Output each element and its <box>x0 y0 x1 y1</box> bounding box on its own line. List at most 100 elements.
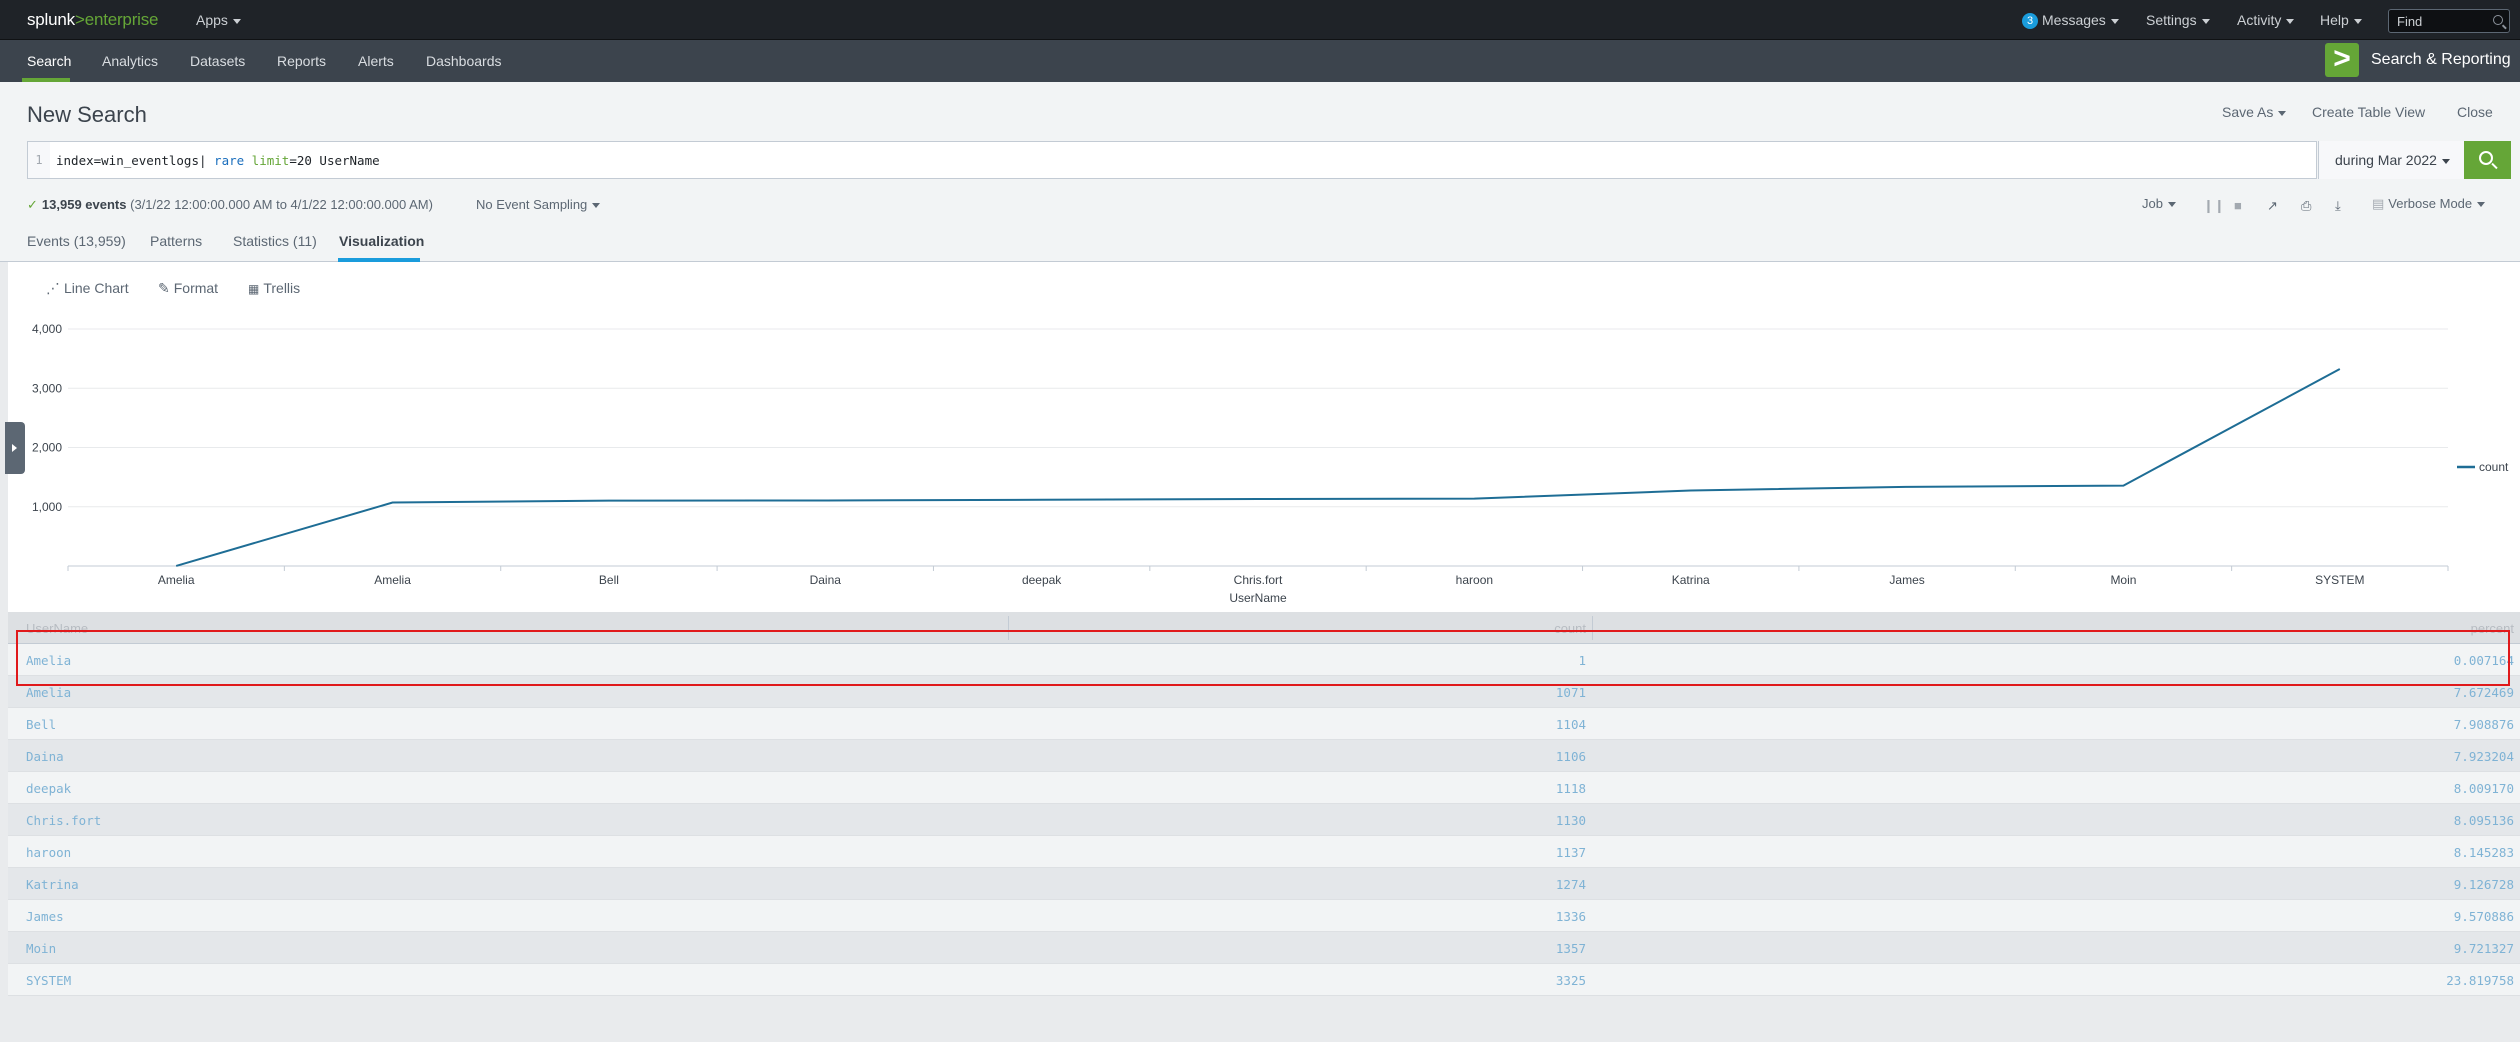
table-row[interactable]: Daina 1106 7.923204 <box>8 740 2520 772</box>
search-icon <box>2493 15 2503 25</box>
cell-percent[interactable]: 8.095136 <box>1598 813 2514 828</box>
tab-statistics[interactable]: Statistics (11) <box>233 233 317 249</box>
tab-visualization[interactable]: Visualization <box>339 233 424 249</box>
event-sampling-menu[interactable]: No Event Sampling <box>476 197 601 212</box>
search-mode-label: Verbose Mode <box>2388 196 2473 211</box>
cell-username[interactable]: Daina <box>26 749 64 764</box>
cell-percent[interactable]: 8.009170 <box>1598 781 2514 796</box>
chevron-down-icon <box>592 203 601 209</box>
cell-count[interactable]: 1106 <box>1008 749 1586 764</box>
query-rest: =20 UserName <box>289 153 380 168</box>
activity-menu[interactable]: Activity <box>2237 12 2295 28</box>
cell-username[interactable]: James <box>26 909 64 924</box>
data-point <box>1472 497 1476 501</box>
search-status: ✓ 13,959 events (3/1/22 12:00:00.000 AM t… <box>27 197 433 213</box>
query-command: rare <box>214 153 245 168</box>
help-menu[interactable]: Help <box>2320 12 2362 28</box>
cell-username[interactable]: Katrina <box>26 877 79 892</box>
x-tick-label: Katrina <box>1672 573 1710 587</box>
messages-menu[interactable]: 3 Messages <box>2022 12 2119 29</box>
create-table-view-button[interactable]: Create Table View <box>2312 104 2425 120</box>
x-tick-label: Amelia <box>374 573 411 587</box>
search-mode-menu[interactable]: ▤ Verbose Mode <box>2372 196 2486 212</box>
search-submit-button[interactable] <box>2464 141 2511 179</box>
chevron-down-icon <box>2110 18 2119 24</box>
table-row[interactable]: deepak 1118 8.009170 <box>8 772 2520 804</box>
app-tab-alerts[interactable]: Alerts <box>358 53 394 69</box>
line-chart: 1,000 2,000 3,000 4,000 Amelia Amelia Bell Dain… <box>13 322 2509 605</box>
share-icon[interactable]: ↗ <box>2267 198 2278 214</box>
app-tab-analytics[interactable]: Analytics <box>102 53 158 69</box>
search-bar[interactable]: 1 index=win_eventlogs| rare limit=20 Use… <box>27 141 2511 179</box>
top-navbar: splunk>enterprise Apps 3 Messages Setting… <box>0 0 2520 40</box>
cell-username[interactable]: haroon <box>26 845 71 860</box>
help-label: Help <box>2320 12 2349 28</box>
cell-count[interactable]: 1130 <box>1008 813 1586 828</box>
cell-count[interactable]: 1336 <box>1008 909 1586 924</box>
time-range-picker[interactable]: during Mar 2022 <box>2318 141 2464 179</box>
check-icon: ✓ <box>27 197 38 212</box>
cell-username[interactable]: deepak <box>26 781 71 796</box>
app-tab-search[interactable]: Search <box>27 53 71 69</box>
query-base: index=win_eventlogs| <box>56 153 215 168</box>
cell-username[interactable]: Moin <box>26 941 56 956</box>
activity-label: Activity <box>2237 12 2282 28</box>
table-row[interactable]: Katrina 1274 9.126728 <box>8 868 2520 900</box>
stop-icon[interactable]: ■ <box>2234 198 2242 213</box>
cell-username[interactable]: Chris.fort <box>26 813 101 828</box>
sidebar-toggle-handle[interactable] <box>5 422 25 474</box>
y-tick-label: 2,000 <box>32 441 62 455</box>
splunk-logo[interactable]: splunk>enterprise <box>27 10 158 30</box>
table-row[interactable]: Bell 1104 7.908876 <box>8 708 2520 740</box>
print-icon[interactable]: ⎙ <box>2301 198 2311 214</box>
cell-percent[interactable]: 7.923204 <box>1598 749 2514 764</box>
cell-percent[interactable]: 9.570886 <box>1598 909 2514 924</box>
chevron-down-icon <box>2286 18 2295 24</box>
messages-label: Messages <box>2042 12 2106 28</box>
pause-icon[interactable]: ❙❙ <box>2203 198 2225 214</box>
x-tick-label: James <box>1889 573 1924 587</box>
cell-count[interactable]: 1104 <box>1008 717 1586 732</box>
tab-patterns[interactable]: Patterns <box>150 233 202 249</box>
save-as-button[interactable]: Save As <box>2222 104 2287 120</box>
chevron-down-icon <box>2441 158 2450 164</box>
cell-percent[interactable]: 9.721327 <box>1598 941 2514 956</box>
cell-percent[interactable]: 7.908876 <box>1598 717 2514 732</box>
app-tab-datasets[interactable]: Datasets <box>190 53 245 69</box>
export-icon[interactable]: ⤓ <box>2335 198 2341 214</box>
cell-count[interactable]: 1071 <box>1008 685 1586 700</box>
cell-username[interactable]: Bell <box>26 717 56 732</box>
tab-events[interactable]: Events (13,959) <box>27 233 126 249</box>
cell-count[interactable]: 1357 <box>1008 941 1586 956</box>
x-tick-label: SYSTEM <box>2315 573 2364 587</box>
data-point <box>1256 497 1260 501</box>
cell-percent[interactable]: 7.672469 <box>1598 685 2514 700</box>
find-input[interactable]: Find <box>2388 9 2510 33</box>
data-point <box>2338 367 2342 371</box>
table-row[interactable]: Moin 1357 9.721327 <box>8 932 2520 964</box>
app-tab-dashboards[interactable]: Dashboards <box>426 53 502 69</box>
app-tab-reports[interactable]: Reports <box>277 53 326 69</box>
search-query[interactable]: index=win_eventlogs| rare limit=20 UserN… <box>56 153 380 168</box>
cell-username[interactable]: SYSTEM <box>26 973 71 988</box>
table-row[interactable]: SYSTEM 3325 23.819758 <box>8 964 2520 996</box>
chevron-down-icon <box>232 18 241 24</box>
cell-count[interactable]: 3325 <box>1008 973 1586 988</box>
cell-percent[interactable]: 23.819758 <box>1598 973 2514 988</box>
cell-count[interactable]: 1274 <box>1008 877 1586 892</box>
settings-menu[interactable]: Settings <box>2146 12 2210 28</box>
cell-percent[interactable]: 8.145283 <box>1598 845 2514 860</box>
table-row[interactable]: haroon 1137 8.145283 <box>8 836 2520 868</box>
result-tabs: Events (13,959) Patterns Statistics (11)… <box>0 222 2520 262</box>
table-row[interactable]: James 1336 9.570886 <box>8 900 2520 932</box>
cell-percent[interactable]: 9.126728 <box>1598 877 2514 892</box>
cell-count[interactable]: 1137 <box>1008 845 1586 860</box>
visualization-panel: ⋰ Line Chart ✎ Format ▦ Trellis 1,000 2,000 3… <box>8 262 2520 612</box>
table-row[interactable]: Chris.fort 1130 8.095136 <box>8 804 2520 836</box>
app-navbar: Search Analytics Datasets Reports Alerts… <box>0 40 2520 82</box>
cell-count[interactable]: 1118 <box>1008 781 1586 796</box>
cell-username[interactable]: Amelia <box>26 685 71 700</box>
apps-menu[interactable]: Apps <box>196 12 241 28</box>
close-button[interactable]: Close <box>2457 104 2493 120</box>
job-menu[interactable]: Job <box>2142 196 2176 211</box>
